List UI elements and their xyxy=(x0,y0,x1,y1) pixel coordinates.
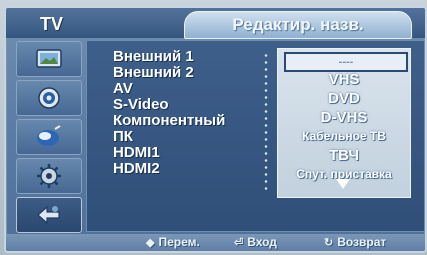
name-option[interactable]: ТВЧ xyxy=(278,146,410,165)
input-icon xyxy=(37,205,60,225)
sidebar-item-setup[interactable] xyxy=(16,158,82,194)
scroll-down-icon[interactable] xyxy=(336,179,350,189)
name-option[interactable]: VHS xyxy=(278,70,410,89)
list-item[interactable]: HDMI2 xyxy=(113,161,225,177)
osd-menu: TV Редактир. назв. Внешний 1 Внешний 2 A… xyxy=(4,6,427,253)
dotted-divider xyxy=(261,52,271,192)
sidebar-item-input[interactable] xyxy=(16,197,82,233)
list-item[interactable]: ПК xyxy=(113,129,225,145)
sidebar-item-sound[interactable] xyxy=(16,80,82,116)
bottom-hint-bar: ◆ Перем. ⏎ Вход ↻ Возврат xyxy=(6,234,425,251)
menu-title-tab: Редактир. назв. xyxy=(184,11,412,39)
picture-icon xyxy=(36,49,62,68)
menu-title: Редактир. назв. xyxy=(232,15,364,34)
section-label: TV xyxy=(40,14,64,34)
sidebar xyxy=(10,39,83,233)
channel-icon xyxy=(37,125,61,146)
top-bar: TV Редактир. назв. xyxy=(6,8,425,39)
setup-icon xyxy=(37,164,61,188)
list-item[interactable]: S-Video xyxy=(113,97,225,113)
move-hint-label: Перем. xyxy=(158,235,200,249)
sound-icon xyxy=(38,87,60,109)
list-item[interactable]: AV xyxy=(113,81,225,97)
navigate-icon: ◆ xyxy=(146,237,155,249)
move-hint: ◆ Перем. xyxy=(146,235,200,251)
sidebar-item-picture[interactable] xyxy=(16,41,82,77)
return-hint: ↻ Возврат xyxy=(324,235,386,251)
enter-icon: ⏎ xyxy=(234,237,244,249)
return-hint-label: Возврат xyxy=(337,235,387,249)
tv-screen: TV Редактир. назв. Внешний 1 Внешний 2 A… xyxy=(0,0,427,255)
name-option[interactable]: D-VHS xyxy=(278,108,410,127)
name-option[interactable]: Кабельное ТВ xyxy=(278,127,410,146)
enter-hint: ⏎ Вход xyxy=(234,235,277,251)
name-option-selected[interactable]: ---- xyxy=(284,52,408,72)
name-option[interactable]: DVD xyxy=(278,89,410,108)
return-icon: ↻ xyxy=(324,237,334,249)
list-item[interactable]: HDMI1 xyxy=(113,145,225,161)
enter-hint-label: Вход xyxy=(247,235,277,249)
name-dropdown[interactable]: ---- VHS DVD D-VHS Кабельное ТВ ТВЧ Спут… xyxy=(277,48,411,198)
list-item[interactable]: Компонентный xyxy=(113,113,225,129)
list-item[interactable]: Внешний 1 xyxy=(113,49,225,65)
sidebar-item-channel[interactable] xyxy=(16,119,82,155)
list-item[interactable]: Внешний 2 xyxy=(113,65,225,81)
source-list: Внешний 1 Внешний 2 AV S-Video Компонент… xyxy=(113,49,225,177)
